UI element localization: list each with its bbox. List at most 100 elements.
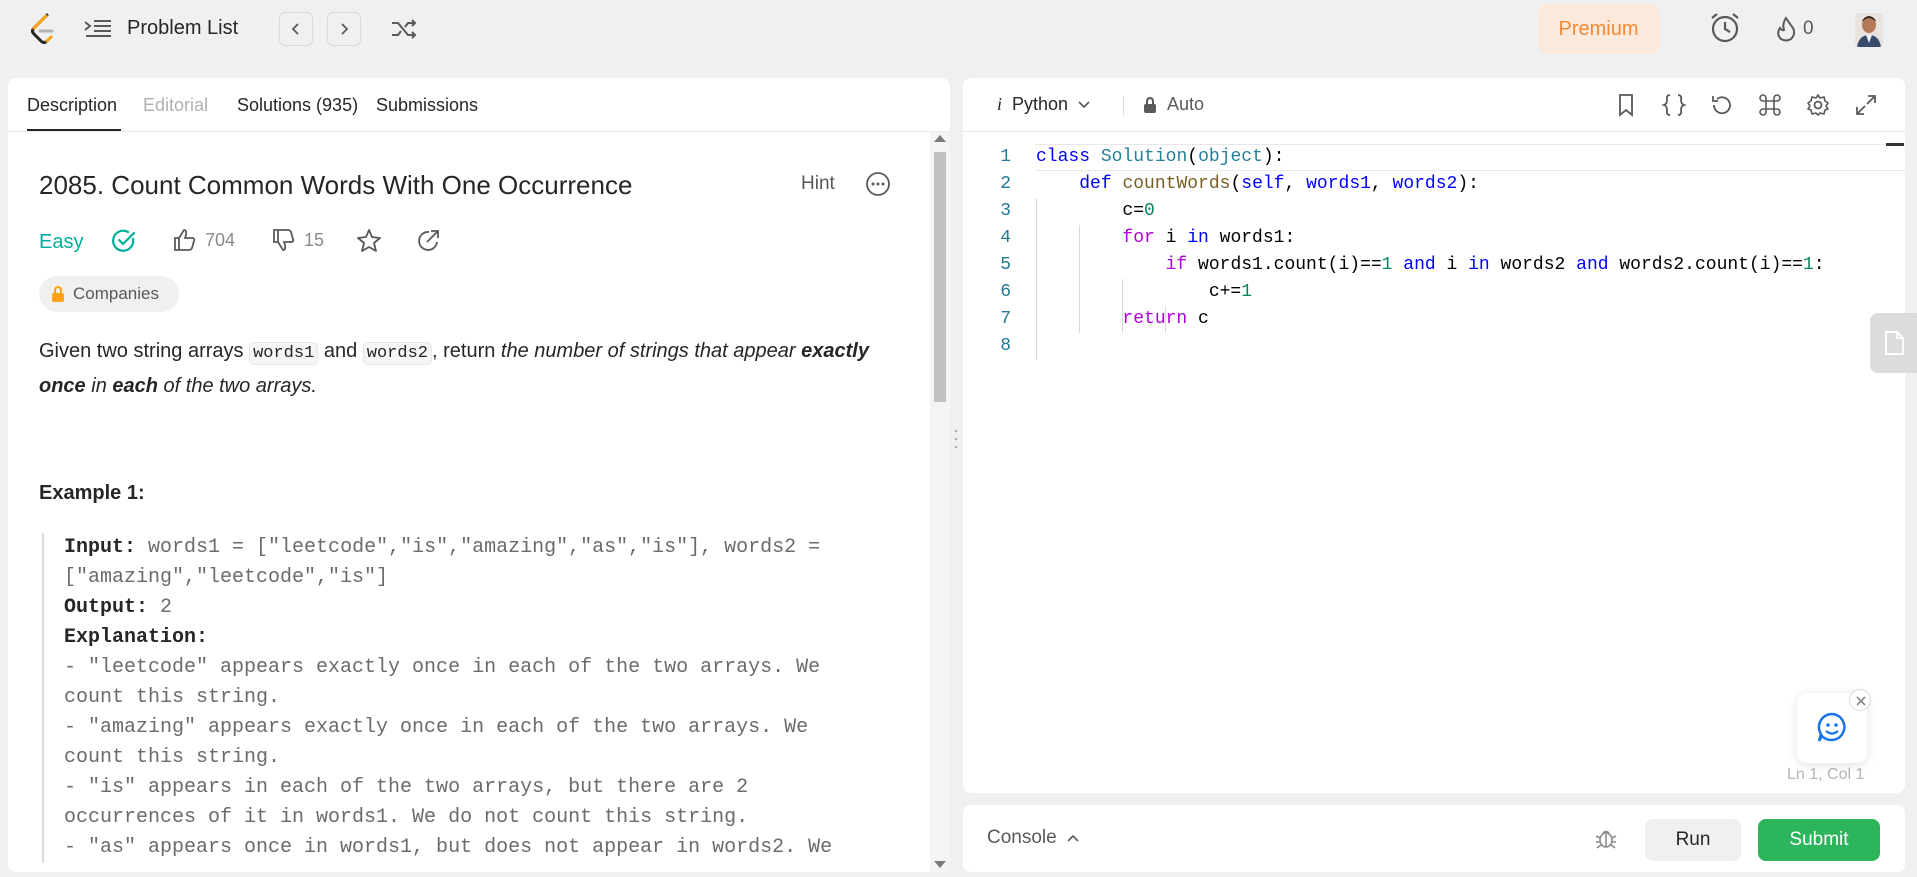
chevron-up-icon [1067, 834, 1079, 842]
auto-label: Auto [1167, 94, 1205, 114]
prev-problem-button[interactable] [279, 12, 313, 46]
explanation-label: Explanation: [64, 626, 209, 649]
chevron-down-icon [1078, 100, 1090, 108]
line-number: 8 [1000, 336, 1011, 356]
output-value: 2 [160, 596, 173, 619]
scroll-down-arrow[interactable] [934, 861, 946, 868]
desc-text: , return [432, 340, 501, 362]
console-bar: Console Run Submit [963, 805, 1905, 872]
bookmark-icon[interactable] [1613, 92, 1639, 118]
line-number: 4 [1000, 228, 1011, 248]
console-label: Console [987, 827, 1057, 848]
hint-button[interactable]: Hint [801, 173, 835, 195]
next-problem-button[interactable] [327, 12, 361, 46]
description-scrollbar[interactable] [930, 132, 950, 872]
difficulty-badge: Easy [39, 231, 84, 253]
explanation-line: count this string. [64, 686, 281, 709]
code-editor-panel: i Python Auto 1 class Solution(object): 2… [963, 78, 1905, 793]
console-toggle[interactable]: Console [987, 827, 1079, 849]
line-number: 5 [1000, 255, 1011, 275]
editor-toolbar: i Python Auto [963, 78, 1905, 132]
premium-button[interactable]: Premium [1538, 4, 1659, 54]
problem-title: 2085. Count Common Words With One Occurr… [39, 170, 633, 200]
problem-list-link[interactable]: Problem List [127, 17, 238, 40]
settings-icon[interactable] [1805, 92, 1831, 118]
code-words1: words1 [249, 342, 319, 365]
close-icon [1856, 696, 1866, 706]
scroll-up-arrow[interactable] [934, 135, 946, 142]
indent-guide [1036, 198, 1037, 360]
description-tabs: Description Editorial Solutions (935) Su… [8, 78, 950, 132]
share-icon[interactable] [415, 228, 441, 254]
chevron-right-icon [341, 23, 349, 35]
tab-description[interactable]: Description [27, 95, 122, 131]
line-number: 2 [1000, 174, 1011, 194]
braces-icon[interactable] [1661, 92, 1687, 118]
code-line[interactable]: c=0 [1036, 198, 1154, 225]
cursor-position: Ln 1, Col 1 [1787, 766, 1865, 783]
companies-button[interactable]: Companies [39, 276, 179, 312]
top-bar: Problem List Premium 0 [0, 0, 1917, 62]
like-button[interactable]: 704 [172, 227, 235, 253]
code-line[interactable]: if words1.count(i)==1 and i in words2 an… [1036, 252, 1825, 279]
explanation-line: - "amazing" appears exactly once in each… [64, 716, 809, 739]
panel-resize-handle[interactable] [954, 428, 958, 450]
code-line[interactable]: for i in words1: [1036, 225, 1295, 252]
solved-check-icon [112, 229, 136, 252]
code-area[interactable]: 1 class Solution(object): 2 def countWord… [963, 144, 1905, 360]
problem-description: Given two string arrays words1 and words… [39, 335, 899, 402]
example-title: Example 1: [39, 482, 145, 504]
like-count: 704 [205, 229, 236, 250]
description-panel: Description Editorial Solutions (935) Su… [8, 78, 950, 872]
auto-mode-toggle[interactable]: Auto [1143, 94, 1204, 115]
language-selector[interactable]: i Python [997, 94, 1090, 115]
explanation-line: - "as" appears once in words1, but does … [64, 836, 833, 859]
desc-bold: each [112, 375, 158, 397]
desc-italic: of the two arrays. [157, 375, 317, 397]
debug-icon[interactable] [1593, 825, 1619, 851]
code-line[interactable]: def countWords(self, words1, words2): [1036, 171, 1479, 198]
line-number: 6 [1000, 282, 1011, 302]
desc-text: and [318, 340, 363, 362]
desc-text: Given two string arrays [39, 340, 250, 362]
alarm-icon[interactable] [1707, 10, 1743, 46]
explanation-line: - "leetcode" appears exactly once in eac… [64, 656, 821, 679]
avatar[interactable] [1855, 13, 1883, 47]
example-block: Input: words1 = ["leetcode","is","amazin… [42, 533, 902, 863]
line-number: 3 [1000, 201, 1011, 221]
expand-icon[interactable] [1853, 92, 1879, 118]
code-words2: words2 [362, 342, 432, 365]
list-icon[interactable] [82, 14, 114, 44]
explanation-line: occurrences of it in words1. We do not c… [64, 806, 749, 829]
desc-italic: in [85, 375, 113, 397]
close-chat-button[interactable] [1849, 689, 1871, 711]
submit-button[interactable]: Submit [1758, 819, 1880, 861]
output-label: Output: [64, 596, 149, 619]
tab-submissions[interactable]: Submissions [376, 95, 478, 116]
leetcode-logo[interactable] [28, 12, 60, 48]
notes-side-tab[interactable] [1870, 313, 1917, 373]
explanation-line: count this string. [64, 746, 281, 769]
indent-guide [1079, 225, 1080, 333]
code-line[interactable]: class Solution(object): [1036, 144, 1284, 171]
star-icon[interactable] [356, 228, 382, 254]
dislike-button[interactable]: 15 [271, 227, 324, 253]
tab-editorial[interactable]: Editorial [143, 95, 208, 116]
reset-icon[interactable] [1709, 92, 1735, 118]
toolbar-divider [1123, 96, 1124, 116]
tab-solutions[interactable]: Solutions (935) [237, 95, 358, 116]
fire-icon[interactable] [1774, 16, 1798, 42]
more-options-icon[interactable] [864, 170, 892, 198]
language-icon: i [997, 94, 1003, 114]
scroll-thumb[interactable] [934, 152, 946, 402]
run-button[interactable]: Run [1645, 819, 1741, 861]
avatar-image [1855, 13, 1883, 47]
line-number: 1 [1000, 147, 1011, 167]
shuffle-icon[interactable] [388, 14, 420, 44]
lock-icon [1144, 96, 1156, 113]
thumbs-up-icon [174, 229, 196, 251]
input-label: Input: [64, 536, 137, 559]
command-icon[interactable] [1757, 92, 1783, 118]
dislike-count: 15 [304, 229, 325, 250]
code-line[interactable]: c+=1 [1036, 279, 1252, 306]
